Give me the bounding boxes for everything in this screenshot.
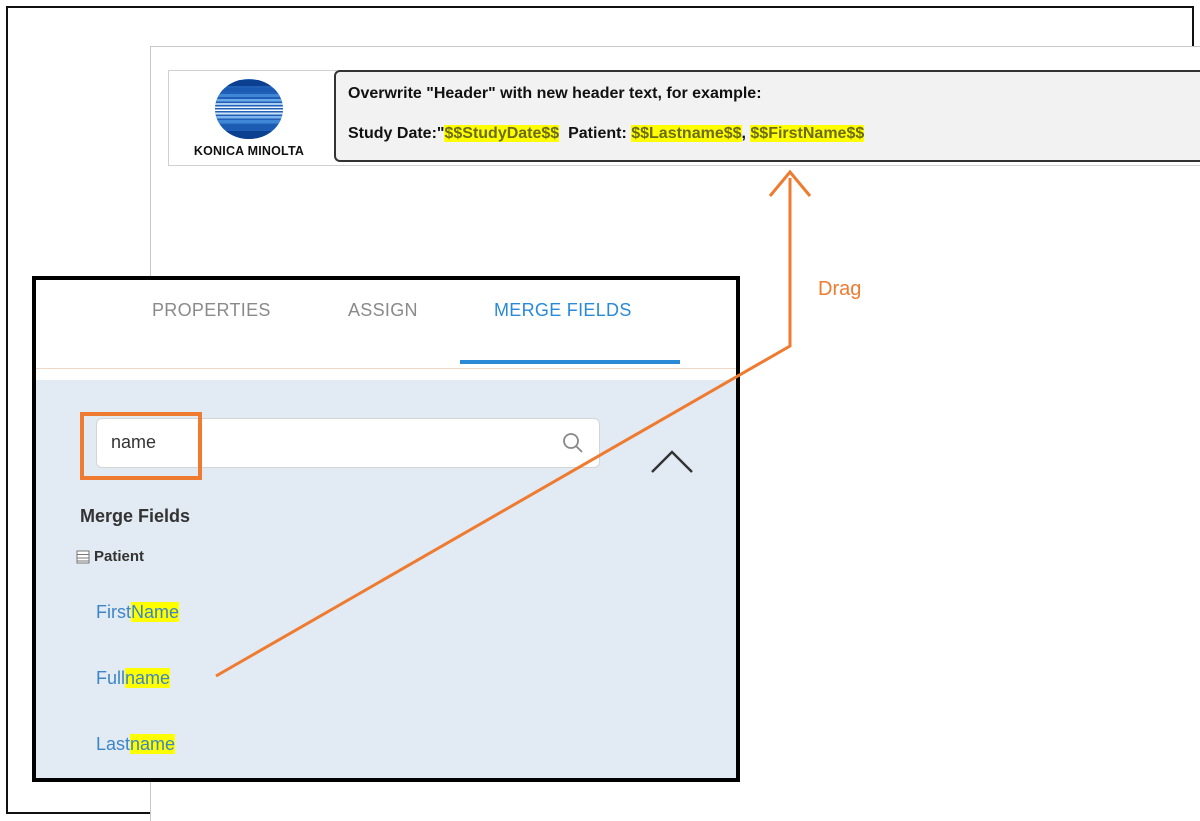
- search-highlight-box: [80, 412, 202, 480]
- field-fullname[interactable]: Fullname: [96, 668, 171, 689]
- field-prefix: First: [96, 602, 131, 622]
- field-lastname[interactable]: Lastname: [96, 734, 176, 755]
- search-icon[interactable]: [561, 431, 585, 455]
- field-prefix: Full: [96, 668, 126, 688]
- drag-label: Drag: [818, 278, 862, 300]
- chevron-up-icon[interactable]: [650, 448, 694, 474]
- merge-token-firstname: $$FirstName$$: [750, 125, 865, 142]
- tab-assign[interactable]: ASSIGN: [348, 300, 418, 321]
- active-tab-indicator: [460, 360, 680, 364]
- field-firstname[interactable]: FirstName: [96, 602, 180, 623]
- merge-fields-heading: Merge Fields: [80, 506, 191, 526]
- panel-tabs: PROPERTIES ASSIGN MERGE FIELDS: [36, 280, 736, 376]
- header-instruction: Overwrite "Header" with new header text,…: [348, 85, 762, 102]
- logo-text: KONICA MINOLTA: [193, 144, 305, 158]
- patient-group-label: Patient: [94, 548, 145, 565]
- tab-properties[interactable]: PROPERTIES: [152, 300, 271, 321]
- merge-token-studydate: $$StudyDate$$: [444, 125, 560, 142]
- field-match-highlight: name: [130, 734, 176, 754]
- tab-merge-fields[interactable]: MERGE FIELDS: [494, 300, 632, 321]
- patient-label: Patient:: [568, 125, 632, 142]
- header-example-line: Study Date:"$$StudyDate$$ Patient: $$Las…: [348, 125, 865, 143]
- table-icon: [76, 550, 90, 563]
- merge-token-lastname: $$Lastname$$: [631, 125, 742, 142]
- globe-icon: [215, 79, 283, 139]
- header-text-box[interactable]: [334, 70, 1200, 162]
- tabs-divider: [36, 368, 736, 369]
- study-date-label: Study Date:": [348, 125, 445, 142]
- merge-fields-panel: PROPERTIES ASSIGN MERGE FIELDS name Merg…: [32, 276, 740, 782]
- company-logo: KONICA MINOLTA: [170, 72, 328, 170]
- field-prefix: Last: [96, 734, 131, 754]
- field-match-highlight: Name: [131, 602, 180, 622]
- patient-group[interactable]: Patient: [76, 548, 144, 565]
- field-match-highlight: name: [125, 668, 171, 688]
